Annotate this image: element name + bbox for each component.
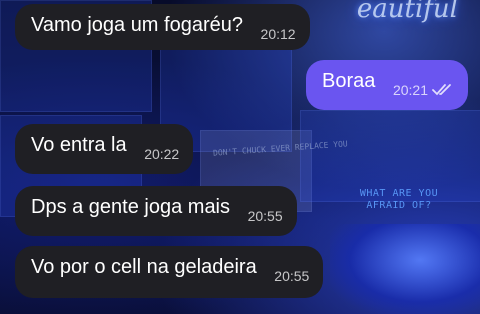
double-check-icon bbox=[432, 79, 454, 103]
message-bubble-incoming[interactable]: Vo entra la 20:22 bbox=[15, 124, 194, 174]
message-bubble-incoming[interactable]: Dps a gente joga mais 20:55 bbox=[15, 186, 297, 236]
message-text: Vamo joga um fogaréu? bbox=[31, 14, 243, 36]
message-time: 20:12 bbox=[260, 26, 296, 42]
neon-sign-text: eautiful bbox=[356, 0, 458, 24]
message-text: Vo entra la bbox=[31, 134, 127, 156]
neon-question-sign: WHAT ARE YOU AFRAID OF? bbox=[359, 188, 439, 211]
message-text: Boraa bbox=[322, 70, 376, 92]
swing-silhouette-image bbox=[330, 224, 480, 314]
message-text: Vo por o cell na geladeira bbox=[31, 256, 257, 278]
message-time: 20:55 bbox=[274, 268, 310, 284]
message-bubble-incoming[interactable]: Vo por o cell na geladeira 20:55 bbox=[15, 246, 324, 298]
message-meta: 20:21 bbox=[393, 78, 454, 103]
message-time: 20:55 bbox=[247, 208, 283, 224]
message-text: Dps a gente joga mais bbox=[31, 196, 231, 218]
message-time: 20:21 bbox=[392, 82, 428, 98]
message-time: 20:22 bbox=[144, 146, 180, 162]
message-bubble-incoming[interactable]: Vamo joga um fogaréu? 20:12 bbox=[15, 4, 310, 50]
message-bubble-outgoing[interactable]: Boraa 20:21 bbox=[306, 60, 468, 110]
